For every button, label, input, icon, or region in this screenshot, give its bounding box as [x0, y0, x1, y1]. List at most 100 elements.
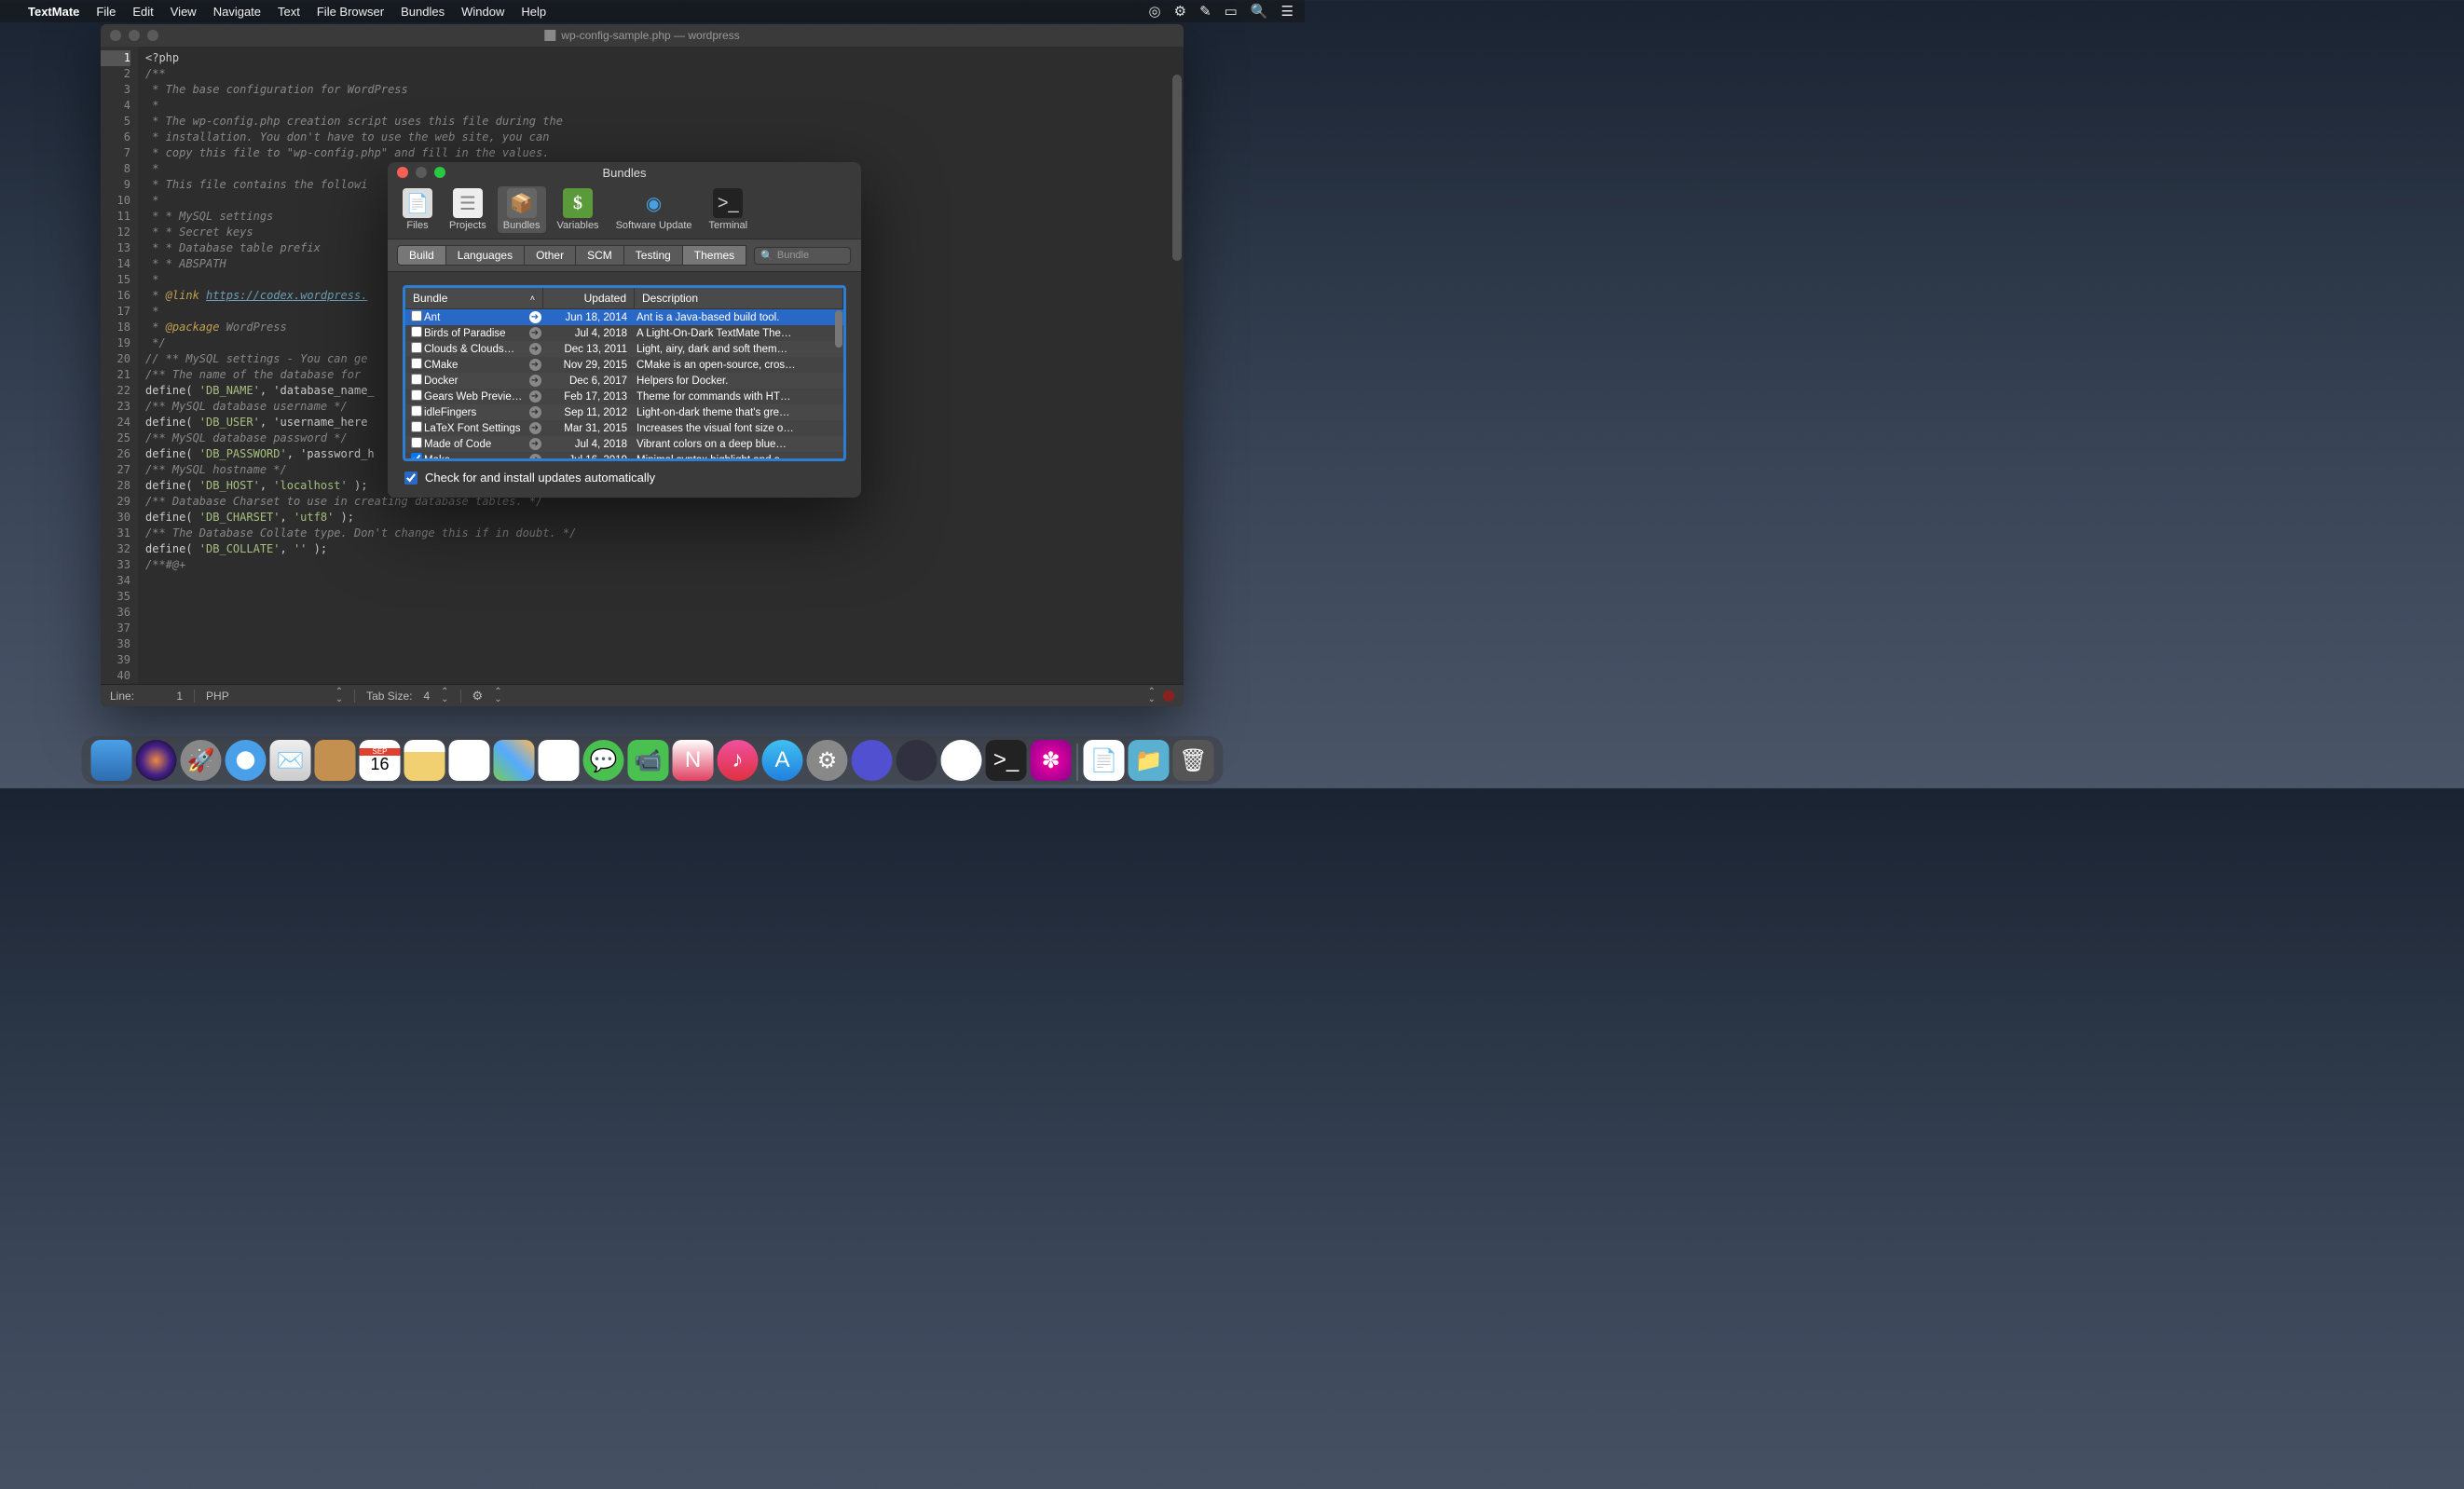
gear-icon[interactable]: ⚙ [472, 689, 484, 704]
status-icon[interactable]: ⚙ [1174, 3, 1186, 20]
table-row[interactable]: Made of Code➜Jul 4, 2018Vibrant colors o… [405, 436, 843, 452]
chevrons-icon[interactable]: ⌃⌄ [335, 689, 343, 704]
menu-view[interactable]: View [171, 5, 197, 19]
dock-news[interactable]: N [673, 740, 714, 781]
tab-variables[interactable]: $Variables [552, 186, 605, 233]
bundle-checkbox[interactable] [411, 374, 422, 385]
dock-reminders[interactable] [449, 740, 490, 781]
table-row[interactable]: LaTeX Font Settings➜Mar 31, 2015Increase… [405, 420, 843, 436]
dock-photos[interactable]: ✿ [539, 740, 580, 781]
dock-facetime[interactable]: 📹 [628, 740, 669, 781]
vertical-scrollbar[interactable] [1172, 75, 1182, 261]
seg-build[interactable]: Build [397, 245, 446, 266]
tab-projects[interactable]: ☰Projects [444, 186, 492, 233]
table-row[interactable]: Docker➜Dec 6, 2017Helpers for Docker. [405, 373, 843, 389]
seg-testing[interactable]: Testing [623, 245, 683, 266]
goto-icon[interactable]: ➜ [527, 438, 543, 450]
bundle-checkbox[interactable] [411, 421, 422, 432]
dock-itunes[interactable]: ♪ [718, 740, 759, 781]
menu-bundles[interactable]: Bundles [401, 5, 445, 19]
seg-languages[interactable]: Languages [445, 245, 525, 266]
dock-app-2[interactable] [897, 740, 938, 781]
control-center-icon[interactable]: ☰ [1281, 3, 1294, 20]
auto-update-checkbox[interactable]: Check for and install updates automatica… [403, 461, 846, 486]
goto-icon[interactable]: ➜ [527, 311, 543, 323]
editor-titlebar[interactable]: wp-config-sample.php — wordpress [101, 24, 1184, 47]
tab-software-update[interactable]: ◉Software Update [610, 186, 698, 233]
bundle-checkbox[interactable] [411, 358, 422, 369]
pref-titlebar[interactable]: Bundles [388, 162, 861, 183]
status-line-value[interactable]: 1 [145, 690, 183, 703]
menu-file[interactable]: File [96, 5, 116, 19]
close-button[interactable] [110, 30, 121, 41]
bundle-checkbox[interactable] [411, 405, 422, 417]
dock-launchpad[interactable]: 🚀 [181, 740, 222, 781]
dock-safari[interactable] [226, 740, 267, 781]
dock-app-3[interactable] [941, 740, 982, 781]
dock-terminal[interactable]: >_ [986, 740, 1027, 781]
table-row[interactable]: Ant➜Jun 18, 2014Ant is a Java-based buil… [405, 309, 843, 325]
table-row[interactable]: Clouds & Clouds…➜Dec 13, 2011Light, airy… [405, 341, 843, 357]
goto-icon[interactable]: ➜ [527, 422, 543, 434]
dock-notes[interactable] [404, 740, 445, 781]
goto-icon[interactable]: ➜ [527, 454, 543, 458]
displays-icon[interactable]: ▭ [1225, 3, 1238, 20]
app-menu[interactable]: TextMate [28, 5, 79, 19]
col-updated[interactable]: Updated [543, 288, 635, 308]
tab-bundles[interactable]: 📦Bundles [498, 186, 546, 233]
tab-terminal[interactable]: >_Terminal [704, 186, 754, 233]
dock-trash[interactable]: 🗑 [1173, 740, 1214, 781]
dock-contacts[interactable] [315, 740, 356, 781]
tab-files[interactable]: 📄Files [397, 186, 438, 233]
goto-icon[interactable]: ➜ [527, 406, 543, 418]
script-icon[interactable]: ✎ [1199, 3, 1211, 20]
table-row[interactable]: Birds of Paradise➜Jul 4, 2018A Light-On-… [405, 325, 843, 341]
menu-edit[interactable]: Edit [132, 5, 153, 19]
col-description[interactable]: Description [635, 288, 843, 308]
menu-window[interactable]: Window [461, 5, 504, 19]
auto-update-input[interactable] [404, 471, 418, 485]
goto-icon[interactable]: ➜ [527, 375, 543, 387]
dock-finder[interactable] [91, 740, 132, 781]
maximize-button[interactable] [147, 30, 158, 41]
close-button[interactable] [397, 167, 408, 178]
bundle-checkbox[interactable] [411, 437, 422, 448]
dock-app-4[interactable]: ✽ [1031, 740, 1072, 781]
minimize-button[interactable] [129, 30, 140, 41]
record-macro-button[interactable] [1163, 690, 1174, 702]
dock-messages[interactable]: 💬 [583, 740, 624, 781]
table-scrollbar[interactable] [835, 310, 842, 348]
dock-maps[interactable] [494, 740, 535, 781]
dock-calendar[interactable]: SEP16 [360, 740, 401, 781]
spotlight-icon[interactable]: 🔍 [1251, 3, 1268, 20]
chevrons-icon[interactable]: ⌃⌄ [441, 689, 448, 704]
goto-icon[interactable]: ➜ [527, 343, 543, 355]
bundle-checkbox[interactable] [411, 310, 422, 321]
search-box[interactable]: 🔍 Bundle [754, 247, 851, 265]
bundle-checkbox[interactable] [411, 326, 422, 337]
dock-appstore[interactable]: A [762, 740, 803, 781]
bundle-checkbox[interactable] [411, 389, 422, 401]
goto-icon[interactable]: ➜ [527, 359, 543, 371]
col-bundle[interactable]: Bundle˄ [405, 288, 543, 308]
table-row[interactable]: idleFingers➜Sep 11, 2012Light-on-dark th… [405, 404, 843, 420]
line-gutter[interactable]: 1234567891011121314151617181920212223242… [101, 47, 138, 684]
bundle-checkbox[interactable] [411, 453, 422, 458]
dock-siri[interactable] [136, 740, 177, 781]
symbol-chevrons-icon[interactable]: ⌃⌄ [1148, 689, 1156, 704]
dock-downloads[interactable]: 📄 [1084, 740, 1125, 781]
table-row[interactable]: Make➜Jul 16, 2019Minimal syntax highligh… [405, 452, 843, 458]
menu-filebrowser[interactable]: File Browser [317, 5, 384, 19]
tab-size-value[interactable]: 4 [423, 690, 430, 703]
table-row[interactable]: CMake➜Nov 29, 2015CMake is an open-sourc… [405, 357, 843, 373]
seg-other[interactable]: Other [524, 245, 576, 266]
seg-scm[interactable]: SCM [575, 245, 624, 266]
menu-navigate[interactable]: Navigate [213, 5, 261, 19]
menu-help[interactable]: Help [521, 5, 546, 19]
goto-icon[interactable]: ➜ [527, 327, 543, 339]
dock-system-preferences[interactable]: ⚙ [807, 740, 848, 781]
seg-themes[interactable]: Themes [682, 245, 746, 266]
minimize-button[interactable] [416, 167, 427, 178]
dock-folder[interactable]: 📁 [1129, 740, 1170, 781]
maximize-button[interactable] [434, 167, 445, 178]
